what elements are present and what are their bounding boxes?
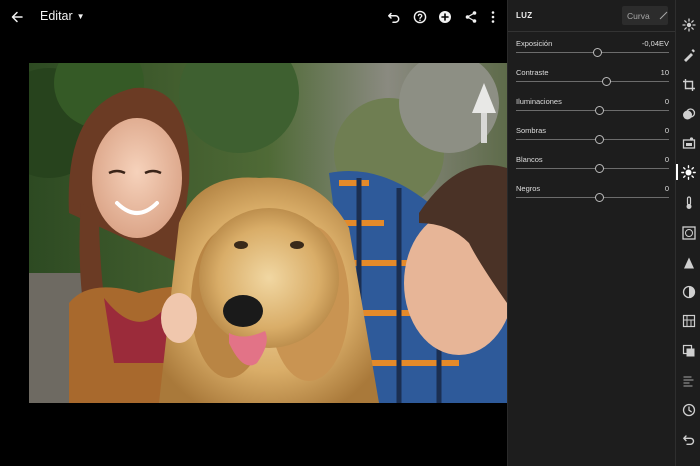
active-indicator <box>676 164 678 180</box>
blacks-slider[interactable]: Negros 0 <box>516 184 669 210</box>
shadows-slider[interactable]: Sombras 0 <box>516 126 669 152</box>
healing-brush-icon[interactable] <box>680 46 697 63</box>
shadows-label: Sombras <box>516 126 547 135</box>
presets-icon[interactable] <box>680 16 697 33</box>
edit-menu[interactable]: Editar ▼ <box>40 9 85 23</box>
curve-label: Curva <box>627 10 650 21</box>
blacks-track[interactable] <box>516 193 669 202</box>
effects-vignette-icon[interactable] <box>680 224 697 241</box>
top-bar: Editar ▼ <box>0 0 507 33</box>
share-icon[interactable] <box>462 8 479 25</box>
crop-icon[interactable] <box>680 76 697 93</box>
contrast-track[interactable] <box>516 77 669 86</box>
exposure-slider[interactable]: Exposición -0,04EV <box>516 39 669 65</box>
contrast-value: 10 <box>660 68 669 77</box>
selective-icon[interactable] <box>680 134 697 151</box>
shadows-track[interactable] <box>516 135 669 144</box>
exposure-thumb[interactable] <box>593 48 602 57</box>
caret-down-icon: ▼ <box>76 12 85 21</box>
photo-canvas <box>0 33 507 466</box>
whites-track[interactable] <box>516 164 669 173</box>
undo-icon[interactable] <box>385 8 402 25</box>
whites-value: 0 <box>664 155 669 164</box>
page-title: Editar <box>40 9 73 23</box>
exposure-track[interactable] <box>516 48 669 57</box>
whites-slider[interactable]: Blancos 0 <box>516 155 669 181</box>
reset-icon[interactable] <box>680 431 697 448</box>
more-vert-icon[interactable] <box>484 8 501 25</box>
panel-header: LUZ Curva <box>508 0 676 32</box>
exposure-label: Exposición <box>516 39 553 48</box>
curve-button[interactable]: Curva <box>622 6 668 25</box>
copy-settings-icon[interactable] <box>680 372 697 389</box>
contrast-label: Contraste <box>516 68 549 77</box>
auto-icon[interactable] <box>680 105 697 122</box>
whites-label: Blancos <box>516 155 543 164</box>
curve-icon <box>659 11 668 20</box>
highlights-label: Iluminaciones <box>516 97 562 106</box>
add-icon[interactable] <box>436 8 453 25</box>
tool-rail <box>675 0 700 466</box>
blacks-thumb[interactable] <box>595 193 604 202</box>
contrast-slider[interactable]: Contraste 10 <box>516 68 669 94</box>
panel-title: LUZ <box>516 11 533 20</box>
light-icon[interactable] <box>680 164 697 181</box>
blacks-label: Negros <box>516 184 541 193</box>
blacks-value: 0 <box>664 184 669 193</box>
highlights-thumb[interactable] <box>595 106 604 115</box>
color-temperature-icon[interactable] <box>680 194 697 211</box>
highlights-track[interactable] <box>516 106 669 115</box>
exposure-value: -0,04EV <box>641 39 669 48</box>
contrast-thumb[interactable] <box>602 77 611 86</box>
shadows-value: 0 <box>664 126 669 135</box>
history-icon[interactable] <box>680 401 697 418</box>
photo-preview[interactable] <box>29 63 507 403</box>
geometry-icon[interactable] <box>680 312 697 329</box>
detail-icon[interactable] <box>680 254 697 271</box>
back-arrow-icon[interactable] <box>8 8 25 25</box>
help-icon[interactable] <box>411 8 428 25</box>
highlights-slider[interactable]: Iluminaciones 0 <box>516 97 669 123</box>
versions-icon[interactable] <box>680 342 697 359</box>
light-panel: LUZ Curva Exposición -0,04EV Contraste 1… <box>507 0 676 466</box>
highlights-value: 0 <box>664 97 669 106</box>
shadows-thumb[interactable] <box>595 135 604 144</box>
whites-thumb[interactable] <box>595 164 604 173</box>
optics-icon[interactable] <box>680 283 697 300</box>
